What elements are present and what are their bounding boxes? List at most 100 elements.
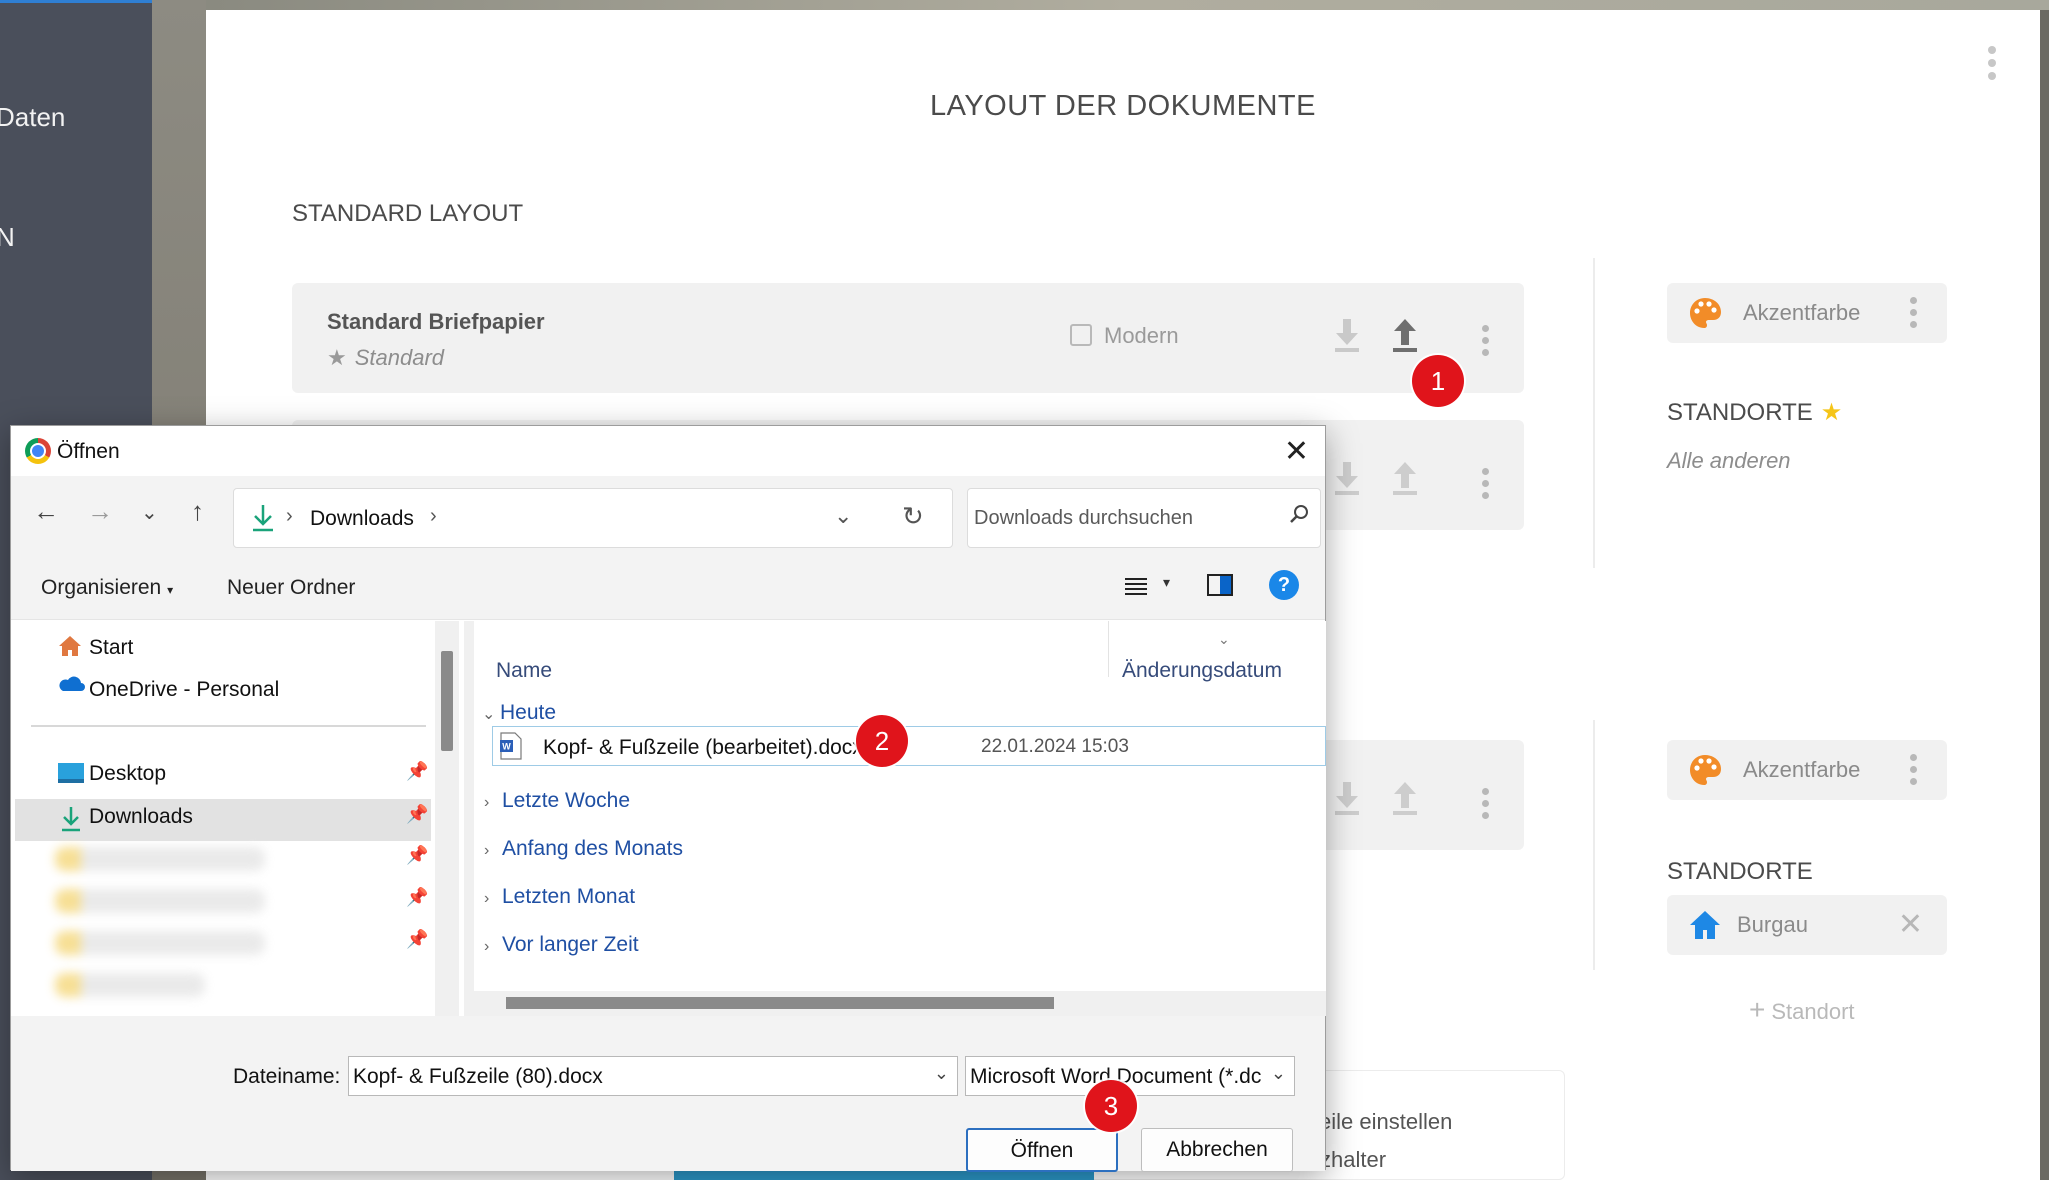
sidebar-active-line	[0, 0, 152, 3]
layout-card-subtitle: ★ Standard	[327, 345, 444, 371]
star-icon: ★	[327, 345, 347, 370]
onedrive-icon	[59, 676, 85, 691]
card-menu-icon[interactable]	[1482, 788, 1490, 824]
pane-splitter[interactable]	[464, 621, 474, 1016]
accent-color-chip-2[interactable]: Akzentfarbe	[1667, 740, 1947, 800]
card-menu-icon[interactable]	[1482, 468, 1490, 504]
standorte-title-text: STANDORTE	[1667, 399, 1813, 426]
column-header-date[interactable]: Änderungsdatum	[1122, 659, 1282, 683]
blurred-folder-item[interactable]	[55, 889, 265, 913]
chrome-icon	[25, 438, 51, 464]
dialog-title: Öffnen	[57, 440, 120, 463]
forward-icon[interactable]: →	[87, 496, 113, 527]
open-button[interactable]: Öffnen	[966, 1128, 1118, 1172]
horizontal-scrollbar-thumb[interactable]	[506, 997, 1054, 1009]
accent-color-chip[interactable]: Akzentfarbe	[1667, 283, 1947, 343]
upload-icon[interactable]	[1390, 317, 1420, 353]
view-options-icon[interactable]	[1123, 576, 1149, 598]
search-input[interactable]	[974, 503, 1274, 533]
refresh-icon[interactable]: ↻	[902, 501, 924, 532]
sort-indicator-icon: ⌄	[1218, 631, 1230, 647]
download-icon[interactable]	[1332, 780, 1362, 816]
settings-card-line-2: zhalter	[1320, 1147, 1387, 1172]
download-icon[interactable]	[1332, 460, 1362, 496]
recent-locations-icon[interactable]: ⌄	[141, 500, 158, 525]
chevron-right-icon: ›	[484, 794, 490, 811]
chevron-down-icon: ⌄	[482, 706, 496, 723]
chip-menu-icon[interactable]	[1910, 297, 1917, 333]
group-label: Letzten Monat	[502, 885, 636, 908]
standorte-title: STANDORTE ★	[1667, 398, 1842, 427]
group-header-anfang-des-monats[interactable]: › Anfang des Monats	[484, 837, 683, 861]
column-separator[interactable]	[1108, 621, 1109, 677]
filename-combobox[interactable]: ⌄	[348, 1056, 958, 1096]
organize-button[interactable]: Organisieren ▾	[41, 576, 173, 600]
pin-icon: 📌	[406, 845, 429, 865]
group-header-letzten-monat[interactable]: › Letzten Monat	[484, 885, 635, 909]
chevron-down-icon: ⌄	[1270, 1063, 1286, 1084]
location-chip[interactable]: Burgau ✕	[1667, 895, 1947, 955]
group-label: Letzte Woche	[502, 789, 631, 812]
accent-color-label: Akzentfarbe	[1743, 757, 1861, 782]
upload-icon[interactable]	[1390, 780, 1420, 816]
location-label: Burgau	[1737, 912, 1808, 937]
page-menu-icon[interactable]	[1988, 46, 1996, 85]
card-menu-icon[interactable]	[1482, 325, 1490, 361]
breadcrumb-downloads[interactable]: Downloads	[310, 507, 414, 531]
cancel-button[interactable]: Abbrechen	[1141, 1128, 1293, 1172]
pin-icon: 📌	[406, 887, 429, 907]
nav-item-start[interactable]: Start	[89, 636, 133, 660]
home-icon	[1690, 911, 1720, 939]
file-name: Kopf- & Fußzeile (bearbeitet).docx	[543, 736, 863, 759]
chevron-down-icon[interactable]: ⌄	[934, 1063, 949, 1084]
group-header-heute[interactable]: ⌄ Heute	[482, 701, 556, 725]
group-header-letzte-woche[interactable]: › Letzte Woche	[484, 789, 630, 813]
nav-item-desktop[interactable]: Desktop	[89, 762, 166, 786]
file-list: Name ⌄ Änderungsdatum ⌄ Heute W Kopf- & F…	[474, 621, 1326, 1016]
address-dropdown-icon[interactable]: ⌄	[834, 503, 852, 529]
preview-pane-icon[interactable]	[1207, 574, 1233, 596]
blurred-folder-item[interactable]	[55, 973, 205, 997]
column-divider	[1593, 720, 1595, 970]
nav-scrollbar-thumb[interactable]	[441, 651, 453, 751]
pin-icon: 📌	[406, 761, 429, 781]
layout-card-name: Standard Briefpapier	[327, 309, 545, 334]
group-label: Anfang des Monats	[502, 837, 683, 860]
download-icon	[62, 807, 80, 832]
download-icon[interactable]	[1332, 317, 1362, 353]
nav-item-downloads[interactable]: Downloads	[89, 805, 193, 829]
group-label: Vor langer Zeit	[502, 933, 639, 956]
standorte-default-note: Alle anderen	[1667, 448, 1791, 473]
back-icon[interactable]: ←	[33, 496, 59, 527]
group-header-vor-langer-zeit[interactable]: › Vor langer Zeit	[484, 933, 639, 957]
search-box[interactable]	[967, 488, 1321, 548]
file-row[interactable]: W Kopf- & Fußzeile (bearbeitet).docx 22.…	[492, 726, 1326, 766]
caret-down-icon[interactable]: ▾	[1163, 574, 1170, 591]
search-icon[interactable]	[1288, 503, 1310, 525]
layout-card-theme-label: Modern	[1104, 323, 1179, 348]
breadcrumb-chevron-icon[interactable]: ›	[430, 505, 437, 528]
sidebar-item-daten[interactable]: Daten	[0, 102, 65, 133]
address-bar[interactable]: › Downloads › ⌄ ↻	[233, 488, 953, 548]
section-title: STANDARD LAYOUT	[292, 200, 524, 227]
blurred-folder-item[interactable]	[55, 847, 265, 871]
help-icon[interactable]: ?	[1269, 570, 1299, 600]
column-header-name[interactable]: Name	[496, 659, 552, 683]
layout-card: Standard Briefpapier ★ Standard Modern	[292, 283, 1524, 393]
chip-menu-icon[interactable]	[1910, 754, 1917, 790]
filename-input[interactable]	[353, 1065, 913, 1089]
open-file-dialog: Öffnen ✕ ← → ⌄ ↑ › Downloads › ⌄ ↻ Organ…	[10, 425, 1326, 1172]
nav-item-onedrive[interactable]: OneDrive - Personal	[89, 678, 279, 702]
new-folder-button[interactable]: Neuer Ordner	[227, 576, 355, 600]
remove-location-icon[interactable]: ✕	[1898, 907, 1923, 942]
add-location-button[interactable]: + Standort	[1749, 994, 1855, 1026]
upload-icon[interactable]	[1390, 460, 1420, 496]
column-divider	[1593, 258, 1595, 568]
blurred-folder-item[interactable]	[55, 931, 265, 955]
up-icon[interactable]: ↑	[191, 496, 204, 527]
sidebar-item-n[interactable]: N	[0, 222, 15, 253]
close-icon[interactable]: ✕	[1284, 434, 1309, 469]
step-badge-2: 2	[856, 715, 908, 767]
layout-card-theme: Modern	[1070, 323, 1179, 349]
background-topbar	[206, 0, 2049, 10]
